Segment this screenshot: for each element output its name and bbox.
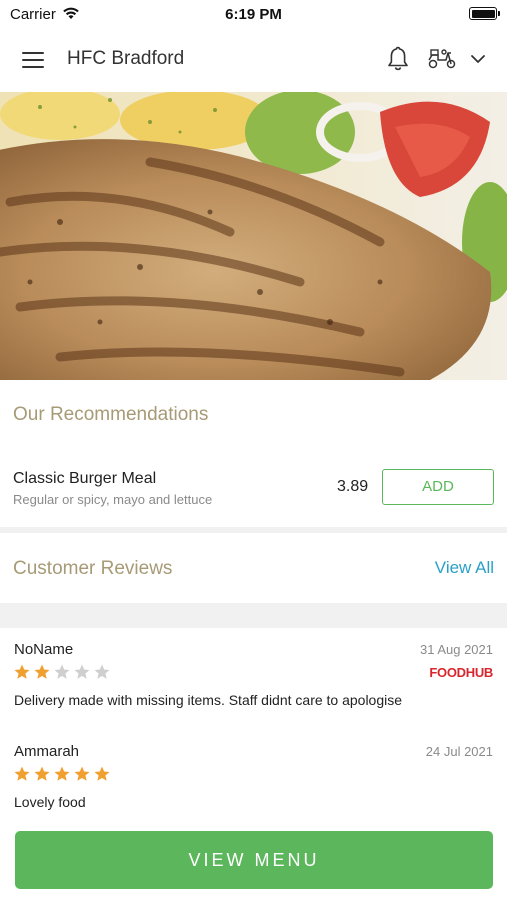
item-name: Classic Burger Meal xyxy=(13,470,157,487)
star-rating xyxy=(13,663,113,681)
star-filled-icon xyxy=(53,765,71,783)
add-button[interactable]: ADD xyxy=(382,469,494,505)
star-empty-icon xyxy=(93,663,111,681)
item-description: Regular or spicy, mayo and lettuce xyxy=(13,492,213,507)
view-menu-button[interactable]: VIEW MENU xyxy=(15,831,493,889)
star-filled-icon xyxy=(93,765,111,783)
review-item: Ammarah 24 Jul 2021 Lovely food xyxy=(0,743,507,823)
item-price: 3.89 xyxy=(337,478,369,495)
star-rating xyxy=(13,765,113,783)
star-filled-icon xyxy=(33,663,51,681)
star-filled-icon xyxy=(13,765,31,783)
status-bar: Carrier 6:19 PM xyxy=(0,0,507,28)
delivery-scooter-icon[interactable] xyxy=(427,47,457,76)
star-empty-icon xyxy=(53,663,71,681)
recommendations-title: Our Recommendations xyxy=(13,404,209,425)
notification-bell-icon[interactable] xyxy=(386,45,410,78)
customer-reviews-title: Customer Reviews xyxy=(13,558,173,579)
review-text: Lovely food xyxy=(14,794,86,810)
review-date: 31 Aug 2021 xyxy=(419,642,493,657)
star-filled-icon xyxy=(33,765,51,783)
reviewer-name: NoName xyxy=(14,641,74,658)
section-divider xyxy=(0,603,507,628)
hero-food-image xyxy=(0,92,507,380)
star-empty-icon xyxy=(73,663,91,681)
battery-icon xyxy=(469,7,500,20)
review-item: NoName 31 Aug 2021 FOODHUB Delivery made… xyxy=(0,641,507,721)
chevron-down-icon[interactable] xyxy=(470,52,486,70)
star-filled-icon xyxy=(13,663,31,681)
status-time: 6:19 PM xyxy=(225,6,282,23)
view-all-link[interactable]: View All xyxy=(435,558,494,578)
review-text: Delivery made with missing items. Staff … xyxy=(14,692,403,708)
hamburger-menu-icon[interactable] xyxy=(22,51,46,69)
star-filled-icon xyxy=(73,765,91,783)
foodhub-logo: FOODHUB xyxy=(429,665,493,680)
review-date: 24 Jul 2021 xyxy=(425,744,493,759)
app-header: HFC Bradford xyxy=(0,28,507,92)
section-divider xyxy=(0,527,507,533)
recommendation-item[interactable]: Classic Burger Meal Regular or spicy, ma… xyxy=(0,460,507,522)
restaurant-title: HFC Bradford xyxy=(67,48,185,69)
reviewer-name: Ammarah xyxy=(14,743,80,760)
